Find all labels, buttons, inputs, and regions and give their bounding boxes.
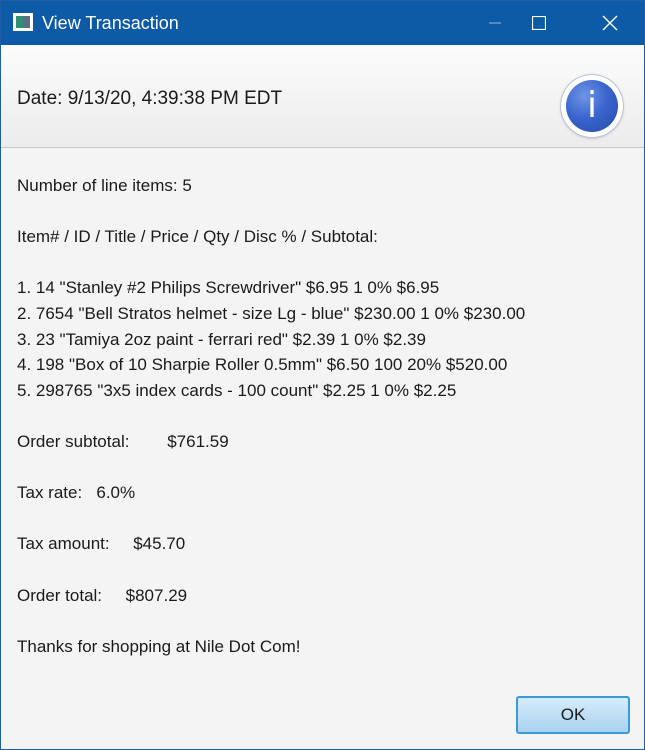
ok-button[interactable]: OK bbox=[516, 696, 630, 734]
line-item: 1. 14 "Stanley #2 Philips Screwdriver" $… bbox=[17, 278, 440, 298]
app-icon-right-pane bbox=[23, 16, 30, 28]
close-button[interactable] bbox=[587, 1, 633, 45]
app-icon-left-pane bbox=[16, 16, 23, 28]
transaction-date: Date: 9/13/20, 4:39:38 PM EDT bbox=[17, 88, 283, 109]
line-item: 3. 23 "Tamiya 2oz paint - ferrari red" $… bbox=[17, 329, 426, 349]
info-icon-glyph: i bbox=[566, 80, 618, 132]
info-icon: i bbox=[561, 75, 623, 137]
dialog-header: Date: 9/13/20, 4:39:38 PM EDT i bbox=[1, 45, 644, 148]
order-total: Order total: $807.29 bbox=[17, 585, 188, 605]
close-icon bbox=[602, 15, 618, 31]
line-item: 2. 7654 "Bell Stratos helmet - size Lg -… bbox=[17, 303, 526, 323]
tax-rate: Tax rate: 6.0% bbox=[17, 483, 136, 503]
minimize-button[interactable] bbox=[472, 1, 518, 45]
app-icon bbox=[13, 13, 33, 31]
transaction-dialog: View Transaction Date: 9/13/20, 4:39:38 … bbox=[0, 0, 645, 750]
column-header: Item# / ID / Title / Price / Qty / Disc … bbox=[17, 227, 378, 247]
tax-amount: Tax amount: $45.70 bbox=[17, 534, 186, 554]
line-item-count: Number of line items: 5 bbox=[17, 176, 192, 195]
window-title: View Transaction bbox=[42, 13, 179, 33]
order-subtotal: Order subtotal: $761.59 bbox=[17, 431, 229, 451]
line-item: 4. 198 "Box of 10 Sharpie Roller 0.5mm" … bbox=[17, 355, 508, 375]
line-item: 5. 298765 "3x5 index cards - 100 count" … bbox=[17, 380, 457, 400]
maximize-button[interactable] bbox=[516, 1, 562, 45]
maximize-icon bbox=[532, 16, 546, 30]
title-bar[interactable]: View Transaction bbox=[1, 1, 644, 45]
transaction-details: Number of line items: 5 Item# / ID / Tit… bbox=[17, 173, 627, 659]
minimize-icon bbox=[489, 22, 501, 24]
thanks-message: Thanks for shopping at Nile Dot Com! bbox=[17, 636, 301, 656]
